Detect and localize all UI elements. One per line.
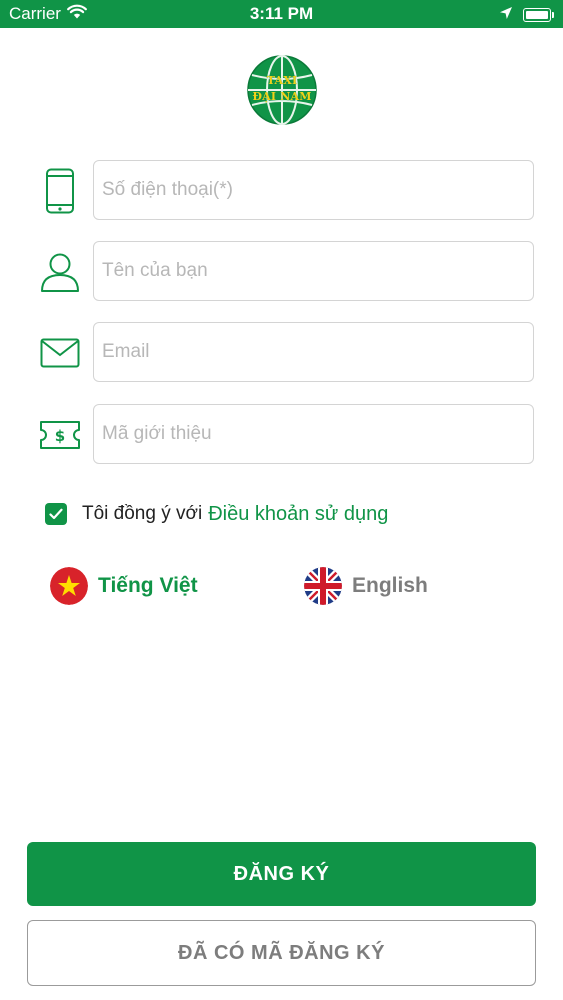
checkmark-icon (49, 508, 63, 520)
referral-input[interactable] (93, 404, 534, 464)
battery-icon (523, 8, 554, 22)
svg-text:$: $ (55, 427, 65, 445)
user-icon (38, 249, 82, 295)
language-option-english[interactable]: English (304, 566, 428, 606)
language-option-vietnamese[interactable]: Tiếng Việt (50, 566, 198, 606)
status-bar: Carrier 3:11 PM (0, 0, 563, 28)
name-input[interactable] (93, 241, 534, 301)
language-label-vietnamese: Tiếng Việt (98, 574, 198, 597)
email-input[interactable] (93, 322, 534, 382)
language-label-english: English (352, 574, 428, 597)
register-button[interactable]: ĐĂNG KÝ (27, 842, 536, 906)
terms-text: Tôi đồng ý với (82, 503, 203, 524)
uk-flag-icon (304, 567, 342, 605)
terms-agreement: Tôi đồng ý với Điều khoản sử dụng (45, 500, 388, 528)
logo-line-1: TAXI (266, 74, 298, 87)
email-row (0, 322, 563, 384)
envelope-icon (38, 330, 82, 376)
terms-checkbox[interactable] (45, 503, 67, 525)
phone-input[interactable] (93, 160, 534, 220)
vietnam-flag-icon (50, 567, 88, 605)
referral-row: $ (0, 404, 563, 466)
status-right (499, 5, 554, 25)
phone-icon (38, 168, 82, 214)
taxi-dai-nam-logo: TAXI ĐẠI NAM (247, 55, 317, 125)
have-registration-code-button[interactable]: ĐÃ CÓ MÃ ĐĂNG KÝ (27, 920, 536, 986)
status-time: 3:11 PM (249, 4, 314, 23)
name-row (0, 241, 563, 303)
ticket-dollar-icon: $ (38, 412, 82, 458)
phone-row (0, 160, 563, 222)
terms-link[interactable]: Điều khoản sử dụng (208, 503, 388, 526)
logo-line-2: ĐẠI NAM (252, 90, 312, 103)
location-arrow-icon (499, 5, 513, 25)
